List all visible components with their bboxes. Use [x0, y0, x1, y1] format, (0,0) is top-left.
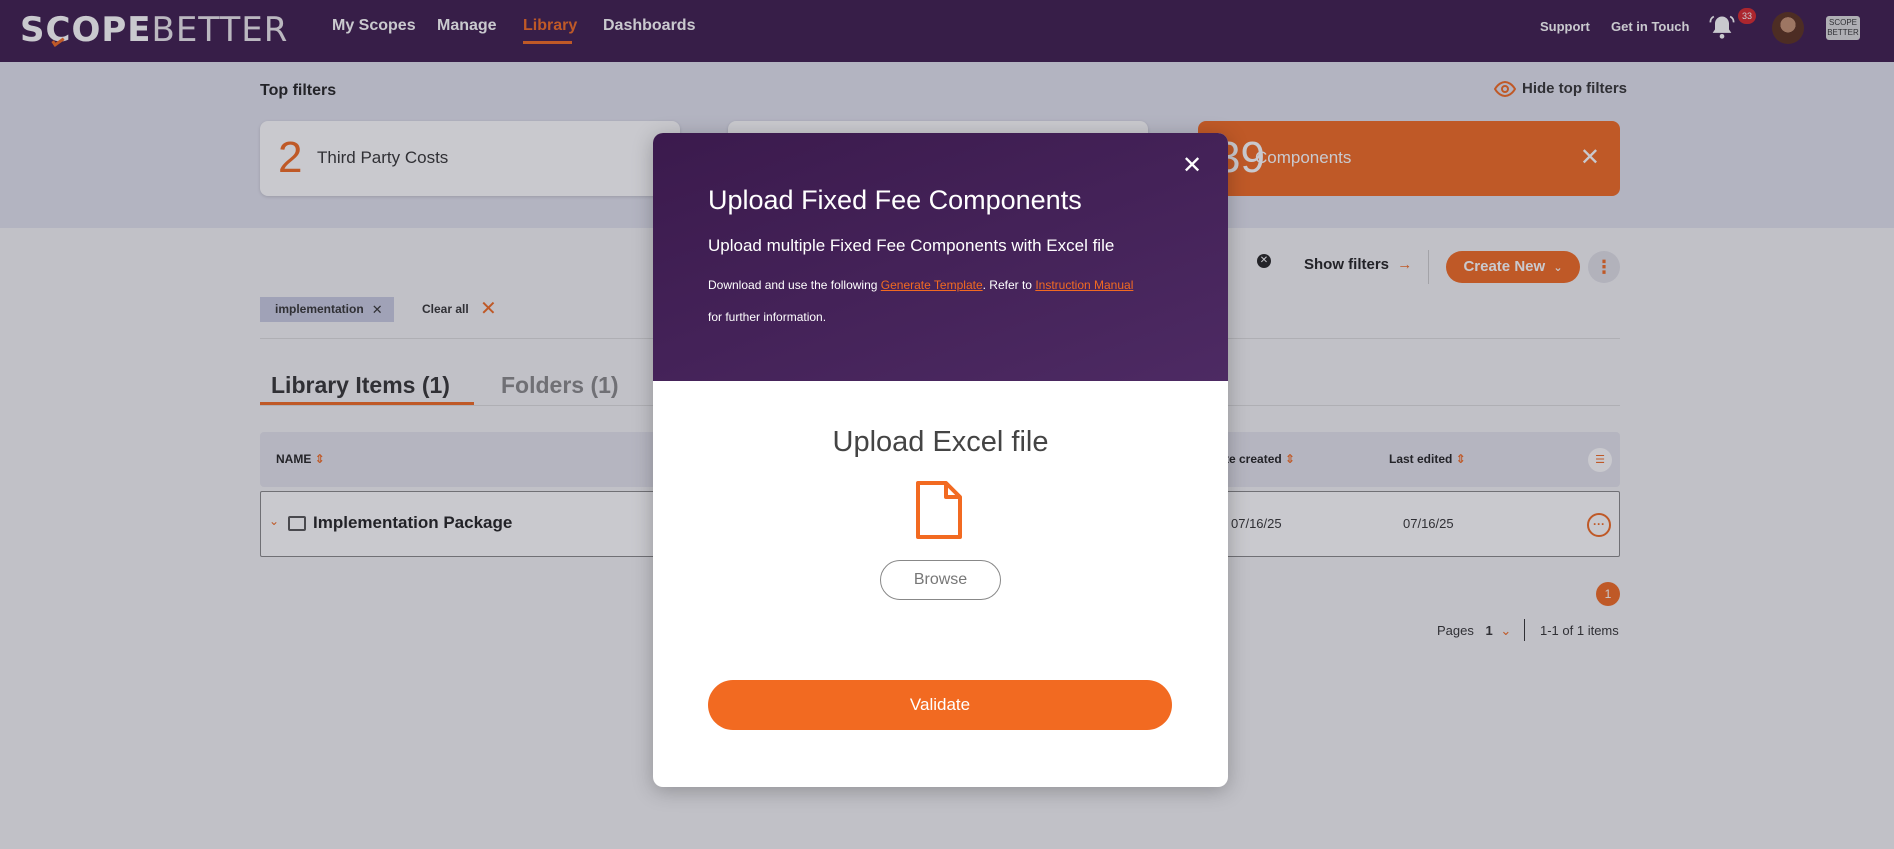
- info-text: for further information.: [708, 310, 827, 324]
- close-icon[interactable]: ✕: [1182, 151, 1202, 180]
- info-text: . Refer to: [982, 278, 1036, 292]
- modal-subtitle: Upload multiple Fixed Fee Components wit…: [708, 236, 1115, 255]
- browse-button[interactable]: Browse: [880, 560, 1001, 600]
- upload-title: Upload Excel file: [832, 426, 1049, 458]
- modal-header: ✕ Upload Fixed Fee Components Upload mul…: [653, 133, 1228, 381]
- modal-instructions: Download and use the following Generate …: [708, 269, 1148, 333]
- file-icon: [916, 481, 962, 539]
- instruction-manual-link[interactable]: Instruction Manual: [1035, 278, 1133, 292]
- upload-modal: ✕ Upload Fixed Fee Components Upload mul…: [653, 133, 1228, 787]
- validate-button[interactable]: Validate: [708, 680, 1172, 730]
- generate-template-link[interactable]: Generate Template: [881, 278, 983, 292]
- info-text: Download and use the following: [708, 278, 881, 292]
- modal-title: Upload Fixed Fee Components: [708, 185, 1082, 215]
